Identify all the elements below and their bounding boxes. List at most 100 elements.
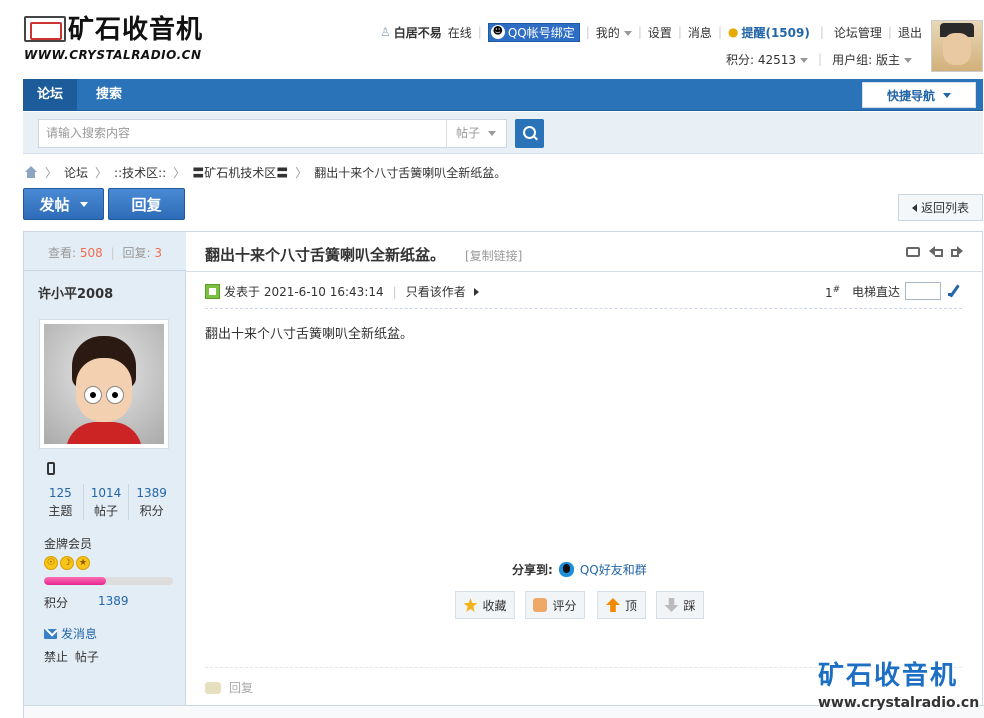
nav-item-forum[interactable]: 论坛 — [23, 79, 78, 110]
username-link[interactable]: 白居不易 — [394, 24, 442, 41]
chevron-down-icon — [903, 57, 912, 63]
rate-label: 评分 — [552, 598, 577, 613]
sun-icon: ☉ — [44, 556, 58, 570]
author-stat-points[interactable]: 1389 积分 — [129, 484, 174, 520]
site-logo[interactable]: 矿石收音机 WWW.CRYSTALRADIO.CN — [22, 14, 208, 64]
author-avatar[interactable] — [39, 319, 169, 449]
reply-icon — [205, 681, 221, 694]
favorite-button[interactable]: 收藏 — [455, 591, 515, 619]
settings-link[interactable]: 设置 — [648, 24, 672, 41]
replies-count: 3 — [154, 246, 162, 260]
author-points-value: 1389 — [98, 594, 129, 608]
thread-tools — [906, 244, 964, 258]
star-icon: ★ — [76, 556, 90, 570]
search-input[interactable]: 请输入搜索内容 — [38, 119, 447, 148]
posts-count: 1014 — [90, 486, 122, 500]
rate-button[interactable]: 评分 — [525, 591, 585, 619]
forum-manage-link[interactable]: 论坛管理 — [834, 24, 882, 41]
author-sidebar — [24, 232, 186, 718]
breadcrumb-forum[interactable]: 论坛 — [64, 164, 88, 181]
thread-title: 翻出十来个八寸舌簧喇叭全新纸盆。 — [205, 246, 446, 264]
floor-number[interactable]: 1# — [825, 285, 840, 300]
lightbulb-icon: ● — [727, 25, 739, 39]
upvote-button[interactable]: 顶 — [597, 591, 646, 619]
breadcrumb-thread[interactable]: 翻出十来个八寸舌簧喇叭全新纸盆。 — [314, 164, 506, 181]
qq-bind-button[interactable]: ☻ QQ帐号绑定 — [487, 22, 580, 42]
author-stats: 125 主题 1014 帖子 1389 积分 — [38, 484, 174, 520]
send-message-link[interactable]: 发消息 — [44, 625, 97, 642]
my-menu[interactable]: 我的 — [596, 24, 632, 41]
user-bar: ♙ 白居不易 在线 | ☻ QQ帐号绑定 | 我的 | 设置 | 消息 | ● 提… — [380, 22, 922, 42]
main-nav: 论坛 搜索 — [23, 79, 983, 111]
remind-link[interactable]: 提醒(1509) — [741, 24, 809, 41]
print-icon[interactable] — [906, 247, 920, 257]
ban-posts-link[interactable]: 禁止 帖子 — [44, 648, 99, 665]
my-label: 我的 — [595, 25, 620, 40]
next-thread-icon[interactable] — [950, 244, 964, 258]
chevron-right-icon — [473, 287, 479, 296]
share-bar: 分享到: QQ好友和群 — [512, 561, 647, 578]
current-user-avatar[interactable] — [931, 20, 983, 72]
downvote-label: 踩 — [683, 598, 696, 613]
chevron-down-icon — [943, 92, 951, 98]
chevron-down-icon — [488, 131, 497, 136]
chevron-down-icon — [800, 57, 809, 63]
reply-button[interactable]: 回复 — [108, 188, 185, 220]
prev-thread-icon[interactable] — [928, 244, 943, 258]
new-post-button[interactable]: 发帖 — [23, 188, 104, 220]
quick-nav-button[interactable]: 快捷导航 — [862, 82, 976, 108]
breadcrumb-tech-area[interactable]: ::技术区:: — [114, 164, 166, 181]
quick-nav-label: 快捷导航 — [886, 88, 935, 103]
threads-count: 125 — [48, 486, 72, 500]
share-label: 分享到: — [512, 563, 553, 577]
logout-link[interactable]: 退出 — [898, 24, 922, 41]
level-progress-bar — [44, 577, 173, 585]
floor-value: 1 — [825, 286, 833, 300]
mail-icon — [44, 628, 57, 639]
online-status[interactable]: 在线 — [448, 24, 472, 41]
online-icon — [205, 284, 220, 299]
qq-share-icon[interactable] — [558, 562, 574, 577]
watermark-url: www.crystalradio.cn — [818, 695, 980, 711]
author-stat-threads[interactable]: 125 主题 — [38, 484, 84, 520]
copy-link-button[interactable]: [复制链接] — [465, 247, 522, 264]
nav-item-search[interactable]: 搜索 — [82, 79, 136, 110]
jump-go-icon[interactable] — [947, 283, 963, 299]
floor-sup: # — [832, 285, 841, 295]
views-count: 508 — [79, 246, 103, 260]
author-points-label: 积分 — [44, 596, 69, 610]
breadcrumb-crystal-radio[interactable]: 〓矿石机技术区〓 — [192, 164, 288, 181]
threads-label: 主题 — [48, 504, 73, 518]
back-label: 返回列表 — [920, 201, 969, 215]
arrow-down-icon — [664, 598, 679, 612]
post-date: 发表于 2021-6-10 16:43:14 — [224, 285, 384, 299]
share-qq-link[interactable]: QQ好友和群 — [580, 561, 647, 578]
replies-label: 回复: — [122, 246, 151, 260]
only-author-link[interactable]: 只看该作者 — [406, 283, 466, 300]
search-button[interactable] — [515, 119, 544, 148]
qq-bind-label: QQ帐号绑定 — [507, 25, 575, 40]
messages-link[interactable]: 消息 — [688, 24, 712, 41]
watermark: 矿石收音机 www.crystalradio.cn — [812, 655, 982, 717]
chevron-down-icon — [623, 30, 632, 36]
chevron-down-icon — [79, 201, 88, 207]
search-type-label: 帖子 — [456, 126, 481, 140]
author-group[interactable]: 金牌会员 — [44, 535, 92, 552]
home-icon[interactable] — [24, 166, 38, 178]
divider — [205, 308, 962, 309]
user-icon: ♙ — [380, 25, 391, 39]
downvote-button[interactable]: 踩 — [656, 591, 704, 619]
quick-reply-link[interactable]: 回复 — [205, 679, 253, 696]
usergroup-menu[interactable]: 用户组: 版主 — [832, 51, 912, 68]
back-to-list-button[interactable]: 返回列表 — [898, 194, 983, 221]
jump-floor-input[interactable] — [905, 282, 941, 300]
moon-icon: ☽ — [60, 556, 74, 570]
watermark-title: 矿石收音机 — [818, 661, 959, 691]
search-type-select[interactable]: 帖子 — [446, 119, 507, 148]
author-stat-posts[interactable]: 1014 帖子 — [84, 484, 130, 520]
breadcrumb: 〉 论坛 〉 ::技术区:: 〉 〓矿石机技术区〓 〉 翻出十来个八寸舌簧喇叭全… — [24, 163, 506, 181]
points-menu[interactable]: 积分: 42513 — [726, 51, 809, 68]
send-message-label: 发消息 — [61, 627, 98, 641]
author-name[interactable]: 许小平2008 — [38, 283, 113, 302]
quick-reply-label: 回复 — [229, 681, 254, 695]
